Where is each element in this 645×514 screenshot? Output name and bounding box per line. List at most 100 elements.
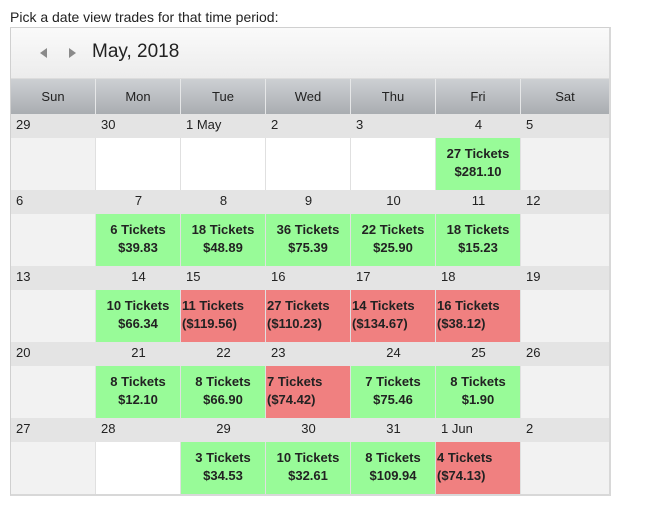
day-cell-profit[interactable]: 8 Tickets $109.94 xyxy=(351,442,436,494)
day-cell-profit[interactable]: 10 Tickets $32.61 xyxy=(266,442,351,494)
day-number-row: 6 7 8 9 10 11 12 xyxy=(11,190,609,214)
day-number-row: 20 21 22 23 24 25 26 xyxy=(11,342,609,366)
trade-amount: $281.10 xyxy=(454,164,502,179)
calendar-week: 27 28 29 30 31 1 Jun 2 3 Tickets $34.53 10 Ticket… xyxy=(11,418,609,494)
day-cell[interactable] xyxy=(11,442,96,494)
day-number-row: 27 28 29 30 31 1 Jun 2 xyxy=(11,418,609,442)
day-content-row: 6 Tickets $39.83 18 Tickets $48.89 36 Ticket… xyxy=(11,214,609,266)
day-cell[interactable] xyxy=(11,290,96,342)
day-cell[interactable] xyxy=(266,138,351,190)
day-number[interactable]: 4 xyxy=(436,114,521,138)
trade-amount: $109.94 xyxy=(369,468,417,483)
day-cell-loss[interactable]: 14 Tickets ($134.67) xyxy=(351,290,436,342)
day-number[interactable]: 28 xyxy=(96,418,181,442)
day-cell[interactable] xyxy=(11,138,96,190)
day-cell-profit[interactable]: 18 Tickets $48.89 xyxy=(181,214,266,266)
day-cell-profit[interactable]: 36 Tickets $75.39 xyxy=(266,214,351,266)
day-number[interactable]: 3 xyxy=(351,114,436,138)
ticket-count: 14 Tickets xyxy=(352,298,415,313)
day-number[interactable]: 2 xyxy=(266,114,351,138)
ticket-count: 16 Tickets xyxy=(437,298,500,313)
day-number[interactable]: 1 May xyxy=(181,114,266,138)
trade-amount: $39.83 xyxy=(118,240,158,255)
day-cell[interactable] xyxy=(521,442,609,494)
dow-mon: Mon xyxy=(96,79,181,114)
day-cell[interactable] xyxy=(11,214,96,266)
day-number[interactable]: 25 xyxy=(436,342,521,366)
trade-amount: $66.90 xyxy=(203,392,243,407)
day-number[interactable]: 8 xyxy=(181,190,266,214)
day-number[interactable]: 16 xyxy=(266,266,351,290)
day-number[interactable]: 6 xyxy=(11,190,96,214)
day-number[interactable]: 1 Jun xyxy=(436,418,521,442)
trade-amount: $25.90 xyxy=(373,240,413,255)
day-number[interactable]: 2 xyxy=(521,418,609,442)
day-cell-loss[interactable]: 11 Tickets ($119.56) xyxy=(181,290,266,342)
day-number[interactable]: 29 xyxy=(181,418,266,442)
day-cell-profit[interactable]: 8 Tickets $12.10 xyxy=(96,366,181,418)
day-number[interactable]: 30 xyxy=(96,114,181,138)
day-number[interactable]: 19 xyxy=(521,266,609,290)
dow-fri: Fri xyxy=(436,79,521,114)
day-cell-profit[interactable]: 27 Tickets $281.10 xyxy=(436,138,521,190)
day-cell[interactable] xyxy=(521,214,609,266)
trade-amount: ($38.12) xyxy=(437,316,486,331)
day-cell-loss[interactable]: 27 Tickets ($110.23) xyxy=(266,290,351,342)
day-cell[interactable] xyxy=(521,290,609,342)
day-number[interactable]: 10 xyxy=(351,190,436,214)
day-number[interactable]: 20 xyxy=(11,342,96,366)
day-cell-profit[interactable]: 10 Tickets $66.34 xyxy=(96,290,181,342)
day-cell[interactable] xyxy=(521,366,609,418)
day-cell-loss[interactable]: 4 Tickets ($74.13) xyxy=(436,442,521,494)
day-number[interactable]: 14 xyxy=(96,266,181,290)
day-cell[interactable] xyxy=(96,442,181,494)
day-cell-profit[interactable]: 8 Tickets $66.90 xyxy=(181,366,266,418)
day-number[interactable]: 5 xyxy=(521,114,609,138)
calendar-week: 13 14 15 16 17 18 19 10 Tickets $66.34 11 Tickets… xyxy=(11,266,609,342)
day-cell-profit[interactable]: 7 Tickets $75.46 xyxy=(351,366,436,418)
day-number-row: 29 30 1 May 2 3 4 5 xyxy=(11,114,609,138)
trade-amount: ($119.56) xyxy=(182,316,237,331)
day-number[interactable]: 21 xyxy=(96,342,181,366)
ticket-count: 8 Tickets xyxy=(110,374,166,389)
ticket-count: 7 Tickets xyxy=(267,374,323,389)
ticket-count: 8 Tickets xyxy=(450,374,506,389)
day-number[interactable]: 22 xyxy=(181,342,266,366)
trade-amount: $32.61 xyxy=(288,468,328,483)
day-cell[interactable] xyxy=(96,138,181,190)
day-cell[interactable] xyxy=(181,138,266,190)
calendar-weeks: 29 30 1 May 2 3 4 5 27 Tickets $281.10 6 7 8 9 10 11 12… xyxy=(11,114,609,494)
day-number[interactable]: 31 xyxy=(351,418,436,442)
day-number[interactable]: 18 xyxy=(436,266,521,290)
day-cell[interactable] xyxy=(521,138,609,190)
day-number[interactable]: 11 xyxy=(436,190,521,214)
day-number[interactable]: 17 xyxy=(351,266,436,290)
day-number[interactable]: 15 xyxy=(181,266,266,290)
day-cell-loss[interactable]: 7 Tickets ($74.42) xyxy=(266,366,351,418)
day-number[interactable]: 12 xyxy=(521,190,609,214)
day-number[interactable]: 13 xyxy=(11,266,96,290)
trade-amount: ($74.42) xyxy=(267,392,316,407)
day-number[interactable]: 7 xyxy=(96,190,181,214)
trade-amount: ($74.13) xyxy=(437,468,486,483)
day-cell-profit[interactable]: 8 Tickets $1.90 xyxy=(436,366,521,418)
day-number[interactable]: 23 xyxy=(266,342,351,366)
triangle-right-icon xyxy=(69,48,76,58)
day-cell[interactable] xyxy=(351,138,436,190)
day-content-row: 8 Tickets $12.10 8 Tickets $66.90 7 Tickets (… xyxy=(11,366,609,418)
day-cell[interactable] xyxy=(11,366,96,418)
day-number[interactable]: 27 xyxy=(11,418,96,442)
day-cell-profit[interactable]: 22 Tickets $25.90 xyxy=(351,214,436,266)
next-month-button[interactable] xyxy=(65,46,79,60)
day-number[interactable]: 30 xyxy=(266,418,351,442)
day-cell-profit[interactable]: 18 Tickets $15.23 xyxy=(436,214,521,266)
day-cell-profit[interactable]: 3 Tickets $34.53 xyxy=(181,442,266,494)
day-number[interactable]: 26 xyxy=(521,342,609,366)
day-number[interactable]: 29 xyxy=(11,114,96,138)
dow-tue: Tue xyxy=(181,79,266,114)
day-number[interactable]: 24 xyxy=(351,342,436,366)
previous-month-button[interactable] xyxy=(37,46,51,60)
day-cell-loss[interactable]: 16 Tickets ($38.12) xyxy=(436,290,521,342)
day-cell-profit[interactable]: 6 Tickets $39.83 xyxy=(96,214,181,266)
day-number[interactable]: 9 xyxy=(266,190,351,214)
